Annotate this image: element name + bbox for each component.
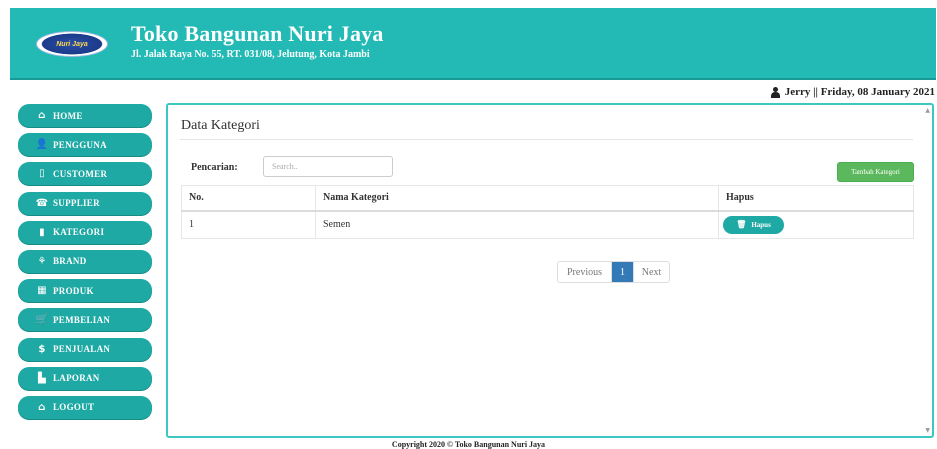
pagination-page-1[interactable]: 1 [612,262,633,282]
sidebar-item-brand[interactable]: ⚘ BRAND [18,249,152,273]
scroll-down-icon[interactable]: ▼ [925,427,930,434]
cell-no: 1 [181,210,316,239]
user-info: Jerry || Friday, 08 January 2021 [770,86,935,98]
file-icon: ▙ [38,372,46,384]
header-nama-kategori[interactable]: Nama Kategori [315,185,719,212]
pagination-next[interactable]: Next [633,262,669,282]
table-header-row: No. Nama Kategori Hapus [181,185,914,212]
title-divider [180,139,913,140]
logo-text: Nuri Jaya [56,40,88,48]
bookmark-icon: ▮ [39,226,45,238]
sidebar-item-label: LAPORAN [53,373,100,384]
dollar-icon: $ [38,343,46,355]
user-icon [770,86,781,98]
sidebar-item-label: PENJUALAN [53,344,111,354]
sidebar-item-label: CUSTOMER [53,168,108,179]
grid-icon: ▦ [37,285,47,297]
header-bar: Nuri Jaya Toko Bangunan Nuri Jaya Jl. Ja… [10,8,936,80]
page-title: Data Kategori [181,118,260,133]
pagination-previous[interactable]: Previous [558,262,612,282]
cart-icon: 🛒 [35,314,49,326]
sidebar-item-penjualan[interactable]: $ PENJUALAN [18,337,152,361]
search-label: Pencarian: [191,162,238,173]
sidebar-item-logout[interactable]: ⌂ LOGOUT [18,395,152,419]
sidebar-item-label: SUPPLIER [53,198,100,209]
store-logo[interactable]: Nuri Jaya [36,31,108,57]
sidebar-item-supplier[interactable]: ☎ SUPPLIER [18,191,152,215]
sidebar-item-laporan[interactable]: ▙ LAPORAN [18,366,152,390]
footer-copyright: Copyright 2020 © Toko Bangunan Nuri Jaya [391,440,546,449]
add-category-button[interactable]: Tambah Kategori [837,162,914,182]
store-title: Toko Bangunan Nuri Jaya [131,21,384,46]
scrollbar[interactable]: ▲ ▼ [922,105,932,436]
sidebar-item-label: PENGGUNA [53,139,107,150]
header-hapus[interactable]: Hapus [718,185,914,212]
home-icon: ⌂ [38,110,46,121]
user-icon: 👤 [35,139,49,151]
table-row: 1 Semen 🗑 Hapus [181,210,914,239]
category-table: No. Nama Kategori Hapus 1 Semen 🗑 Hapus [181,185,914,239]
sidebar-item-pengguna[interactable]: 👤 PENGGUNA [18,133,152,157]
store-address: Jl. Jalak Raya No. 55, RT. 031/08, Jelut… [131,49,370,60]
sidebar-item-label: BRAND [53,256,87,267]
phone-icon: ☎ [35,197,49,209]
tablet-icon: ▯ [39,168,45,180]
scroll-up-icon[interactable]: ▲ [925,107,930,114]
pagination: Previous 1 Next [557,261,670,283]
sidebar-nav: ⌂ HOME 👤 PENGGUNA ▯ CUSTOMER ☎ SUPPLIER … [18,104,152,425]
delete-button[interactable]: 🗑 Hapus [723,215,784,234]
cell-nama: Semen [315,210,719,239]
home-icon: ⌂ [38,401,46,413]
sidebar-item-home[interactable]: ⌂ HOME [18,104,152,127]
sidebar-item-pembelian[interactable]: 🛒 PEMBELIAN [18,308,152,332]
content-panel: Data Kategori Pencarian: Tambah Kategori… [166,103,934,438]
sidebar-item-kategori[interactable]: ▮ KATEGORI [18,220,152,244]
sidebar-item-customer[interactable]: ▯ CUSTOMER [18,162,152,186]
sidebar-item-label: PRODUK [53,285,94,296]
sidebar-item-produk[interactable]: ▦ PRODUK [18,279,152,303]
sidebar-item-label: HOME [53,110,83,121]
trash-icon: 🗑 [736,220,747,230]
cell-hapus: 🗑 Hapus [718,210,914,239]
header-no[interactable]: No. [181,185,316,212]
search-input[interactable] [263,156,393,177]
sidebar-item-label: LOGOUT [53,402,95,413]
sidebar-item-label: KATEGORI [53,227,105,238]
grain-icon: ⚘ [37,255,47,267]
delete-button-label: Hapus [751,220,771,229]
user-info-text: Jerry || Friday, 08 January 2021 [784,86,935,98]
sidebar-item-label: PEMBELIAN [53,314,111,325]
